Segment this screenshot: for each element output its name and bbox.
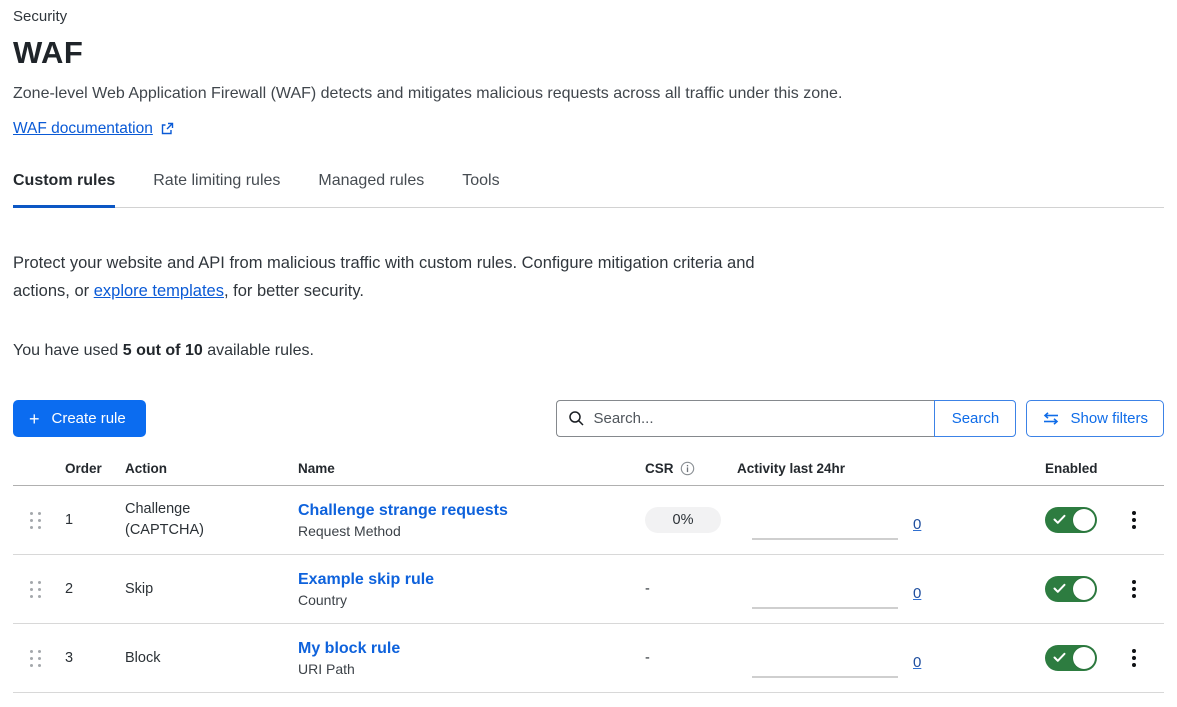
enabled-toggle[interactable] — [1045, 507, 1097, 533]
rule-order: 1 — [65, 512, 125, 528]
usage-text: You have used 5 out of 10 available rule… — [13, 341, 1164, 361]
col-menu — [1125, 461, 1164, 476]
toggle-knob — [1073, 647, 1095, 669]
external-link-icon — [160, 122, 174, 136]
check-icon — [1053, 583, 1066, 594]
rule-action: Skip — [125, 579, 298, 600]
page-title: WAF — [13, 34, 1164, 72]
table-row: 1 Challenge (CAPTCHA) Challenge strange … — [13, 486, 1164, 555]
activity-count-link[interactable]: 0 — [913, 516, 921, 533]
col-order: Order — [65, 461, 125, 476]
csr-badge: 0% — [645, 507, 721, 533]
activity-count-link[interactable]: 0 — [913, 654, 921, 671]
rules-table: Order Action Name CSR Activity last 24hr… — [13, 461, 1164, 693]
activity-sparkline — [752, 676, 898, 678]
csr-header-label: CSR — [645, 461, 674, 476]
activity-sparkline — [752, 607, 898, 609]
usage-suffix: available rules. — [203, 342, 314, 359]
kebab-menu-icon — [1132, 649, 1136, 653]
tab-managed-rules[interactable]: Managed rules — [318, 172, 424, 207]
tab-custom-rules[interactable]: Custom rules — [13, 172, 115, 207]
toggle-knob — [1073, 509, 1095, 531]
col-csr: CSR — [645, 461, 737, 476]
col-action: Action — [125, 461, 298, 476]
rule-field: Request Method — [298, 523, 645, 539]
drag-handle[interactable] — [13, 581, 41, 598]
rule-action-line1: Challenge — [125, 499, 298, 520]
table-header-row: Order Action Name CSR Activity last 24hr… — [13, 461, 1164, 486]
search-icon — [568, 410, 585, 427]
row-menu-button[interactable] — [1125, 509, 1143, 531]
rule-field: Country — [298, 592, 645, 608]
create-rule-button[interactable]: + Create rule — [13, 400, 146, 437]
enabled-toggle[interactable] — [1045, 576, 1097, 602]
col-activity: Activity last 24hr — [737, 461, 1045, 476]
search-input[interactable] — [556, 400, 934, 437]
create-rule-label: Create rule — [52, 410, 126, 427]
kebab-menu-icon — [1132, 580, 1136, 584]
table-row: 3 Block My block rule URI Path - 0 — [13, 624, 1164, 693]
toggle-knob — [1073, 578, 1095, 600]
drag-handle[interactable] — [13, 512, 41, 529]
usage-prefix: You have used — [13, 342, 123, 359]
table-row: 2 Skip Example skip rule Country - 0 — [13, 555, 1164, 624]
filter-swap-icon — [1042, 412, 1060, 425]
csr-value: - — [645, 581, 650, 597]
tab-rate-limiting-rules[interactable]: Rate limiting rules — [153, 172, 280, 207]
waf-documentation-link[interactable]: WAF documentation — [13, 120, 153, 138]
show-filters-label: Show filters — [1070, 410, 1148, 427]
drag-handle[interactable] — [13, 650, 41, 667]
plus-icon: + — [29, 410, 40, 428]
rule-action-line1: Block — [125, 648, 298, 669]
tab-tools[interactable]: Tools — [462, 172, 499, 207]
activity-count-link[interactable]: 0 — [913, 585, 921, 602]
csr-value: - — [645, 650, 650, 666]
usage-count: 5 out of 10 — [123, 342, 203, 359]
intro-text: Protect your website and API from malici… — [13, 249, 755, 305]
col-name: Name — [298, 461, 645, 476]
rule-field: URI Path — [298, 661, 645, 677]
page-description: Zone-level Web Application Firewall (WAF… — [13, 84, 1164, 104]
search-button[interactable]: Search — [934, 400, 1016, 437]
rule-action-line1: Skip — [125, 579, 298, 600]
row-menu-button[interactable] — [1125, 647, 1143, 669]
show-filters-button[interactable]: Show filters — [1026, 400, 1164, 437]
tab-bar: Custom rules Rate limiting rules Managed… — [13, 172, 1164, 208]
rule-action-line2: (CAPTCHA) — [125, 520, 298, 541]
enabled-toggle[interactable] — [1045, 645, 1097, 671]
rule-name-link[interactable]: My block rule — [298, 640, 400, 658]
rule-action: Block — [125, 648, 298, 669]
kebab-menu-icon — [1132, 511, 1136, 515]
row-menu-button[interactable] — [1125, 578, 1143, 600]
rule-order: 2 — [65, 581, 125, 597]
rule-order: 3 — [65, 650, 125, 666]
explore-templates-link[interactable]: explore templates — [94, 282, 224, 300]
rule-name-link[interactable]: Challenge strange requests — [298, 502, 508, 520]
rule-action: Challenge (CAPTCHA) — [125, 499, 298, 541]
intro-text-after: , for better security. — [224, 282, 364, 300]
rule-name-link[interactable]: Example skip rule — [298, 571, 434, 589]
check-icon — [1053, 652, 1066, 663]
activity-sparkline — [752, 538, 898, 540]
col-drag — [13, 461, 65, 476]
col-enabled: Enabled — [1045, 461, 1125, 476]
waf-page: Security WAF Zone-level Web Application … — [0, 0, 1177, 693]
check-icon — [1053, 514, 1066, 525]
breadcrumb: Security — [13, 8, 1164, 26]
info-icon[interactable] — [680, 461, 695, 476]
